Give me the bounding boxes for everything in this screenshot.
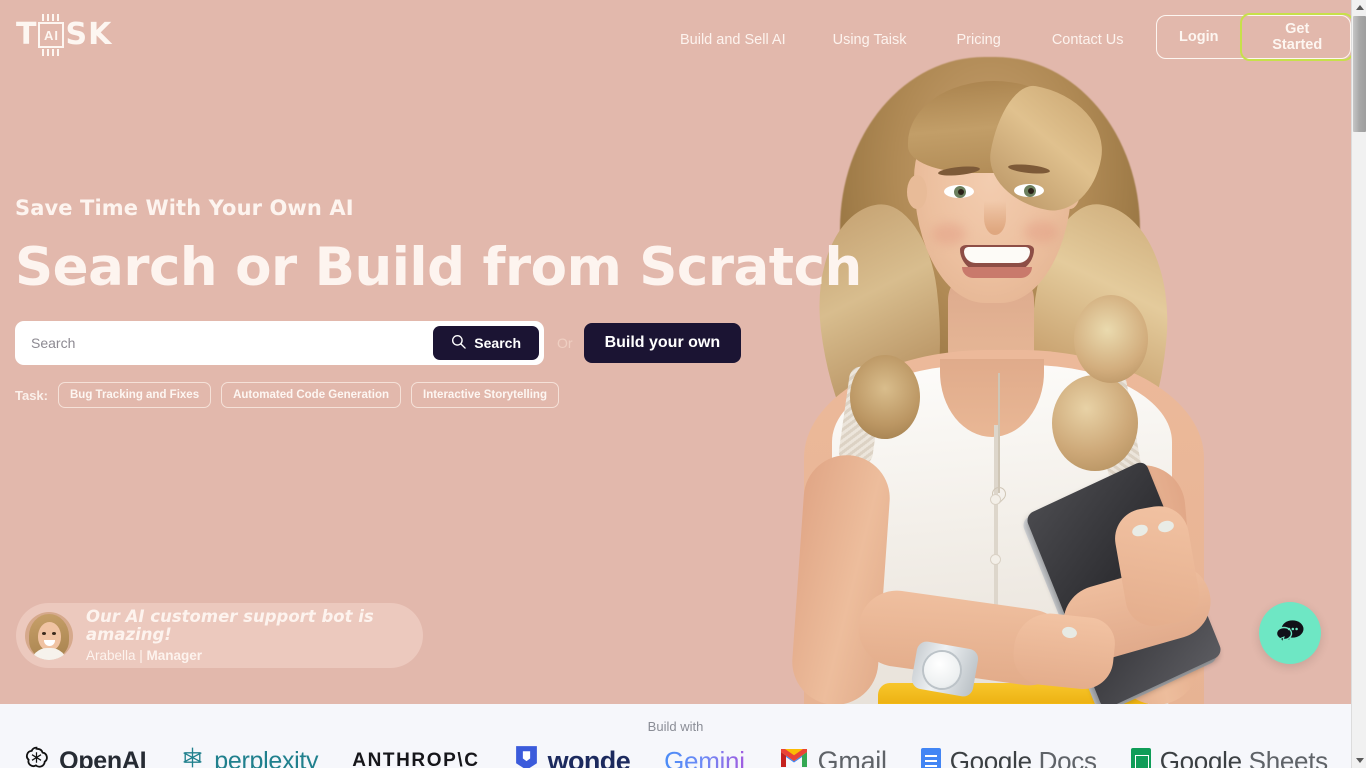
testimonial-separator: | — [135, 648, 147, 664]
brand-gmail[interactable]: Gmail — [779, 746, 887, 768]
scrollbar-thumb[interactable] — [1353, 16, 1366, 132]
nav-links: Build and Sell AI Using Taisk Pricing Co… — [680, 26, 1124, 54]
brand-google-sheets-google: Google — [1159, 745, 1242, 768]
get-started-button[interactable]: Get Started — [1240, 13, 1351, 61]
brand-google-docs-google: Google — [949, 745, 1032, 768]
brand-perplexity[interactable]: perplexity — [180, 745, 319, 768]
brand-gemini-label: Gemini — [664, 746, 745, 768]
brand-perplexity-label: perplexity — [214, 746, 319, 768]
nav-item-pricing[interactable]: Pricing — [956, 26, 1000, 54]
tasks-label: Task: — [15, 387, 48, 403]
brand-google-docs[interactable]: Google Docs — [920, 746, 1097, 768]
brand-wonde[interactable]: wonde — [514, 744, 631, 768]
top-navigation-bar: T AI SK Build and Sell AI Using Taisk Pr… — [0, 0, 1351, 74]
testimonial-attribution: Arabella | Manager — [86, 648, 423, 663]
task-chip-interactive-storytelling[interactable]: Interactive Storytelling — [411, 382, 559, 408]
task-suggestions-row: Task: Bug Tracking and Fixes Automated C… — [15, 382, 862, 408]
brand-anthropic-label: ANTHROP\C — [352, 750, 480, 768]
brand-wonde-label: wonde — [547, 745, 631, 768]
vertical-scrollbar[interactable] — [1351, 0, 1366, 768]
build-with-heading: Build with — [647, 719, 704, 734]
scrollbar-arrow-up[interactable] — [1352, 0, 1366, 15]
login-button[interactable]: Login — [1157, 16, 1240, 58]
search-input[interactable] — [15, 321, 434, 365]
brand-google-sheets[interactable]: Google Sheets — [1130, 746, 1328, 768]
scrollbar-arrow-down[interactable] — [1352, 753, 1366, 768]
build-your-own-button[interactable]: Build your own — [583, 323, 742, 363]
or-label: Or — [557, 335, 573, 351]
logo-taisk[interactable]: T AI SK — [16, 14, 113, 56]
google-sheets-icon — [1130, 748, 1151, 768]
chat-bubble-icon — [1275, 619, 1305, 648]
search-button[interactable]: Search — [433, 326, 539, 360]
google-docs-icon — [920, 748, 941, 768]
brand-openai[interactable]: OpenAI — [23, 744, 147, 768]
hero-eyebrow: Save Time With Your Own AI — [15, 196, 354, 220]
brand-google-sheets-label: Google Sheets — [1160, 746, 1328, 768]
testimonial-card: Our AI customer support bot is amazing! … — [16, 603, 423, 668]
logo-letter-t: T — [16, 17, 38, 52]
testimonial-quote: Our AI customer support bot is amazing! — [86, 606, 374, 644]
brand-google-sheets-sheets: Sheets — [1241, 745, 1328, 768]
testimonial-text: Our AI customer support bot is amazing! … — [86, 606, 423, 663]
build-with-brands-strip: Build with OpenAI perplexity ANTHROP\C w… — [0, 704, 1351, 768]
brand-google-docs-label: Google Docs — [950, 746, 1097, 768]
page-viewport: T AI SK Build and Sell AI Using Taisk Pr… — [0, 0, 1351, 768]
task-chip-automated-code-generation[interactable]: Automated Code Generation — [221, 382, 401, 408]
testimonial-role: Manager — [146, 648, 203, 664]
search-icon — [451, 334, 467, 352]
testimonial-author: Arabella — [86, 648, 136, 664]
brand-logo-row: OpenAI perplexity ANTHROP\C wonde Gemini… — [0, 744, 1351, 768]
logo-letters-sk: SK — [65, 17, 113, 52]
nav-item-using-taisk[interactable]: Using Taisk — [833, 26, 907, 54]
search-button-label: Search — [474, 335, 521, 351]
brand-openai-label: OpenAI — [59, 746, 147, 768]
arrow-down-icon — [1355, 758, 1364, 763]
wonde-icon — [514, 744, 539, 768]
logo-ai-badge: AI — [38, 14, 65, 56]
avatar — [25, 611, 73, 660]
hero-headline: Search or Build from Scratch — [15, 237, 862, 298]
nav-item-build-and-sell-ai[interactable]: Build and Sell AI — [680, 26, 786, 54]
arrow-up-icon — [1355, 5, 1364, 10]
task-chip-bug-tracking[interactable]: Bug Tracking and Fixes — [58, 382, 212, 408]
hero-content: Save Time With Your Own AI Search or Bui… — [15, 196, 862, 408]
openai-icon — [23, 744, 50, 768]
perplexity-icon — [180, 745, 205, 768]
brand-google-docs-docs: Docs — [1031, 745, 1097, 768]
chat-widget-button[interactable] — [1259, 602, 1321, 664]
auth-button-group: Login Get Started — [1156, 13, 1351, 61]
hero-search-row: Search Or Build your own — [15, 321, 862, 365]
hero-section: T AI SK Build and Sell AI Using Taisk Pr… — [0, 0, 1351, 704]
gmail-icon — [779, 746, 809, 768]
brand-gemini[interactable]: Gemini — [664, 746, 745, 768]
search-box: Search — [15, 321, 544, 365]
brand-anthropic[interactable]: ANTHROP\C — [352, 750, 479, 768]
brand-gmail-label: Gmail — [817, 745, 887, 768]
nav-item-contact-us[interactable]: Contact Us — [1052, 26, 1124, 54]
